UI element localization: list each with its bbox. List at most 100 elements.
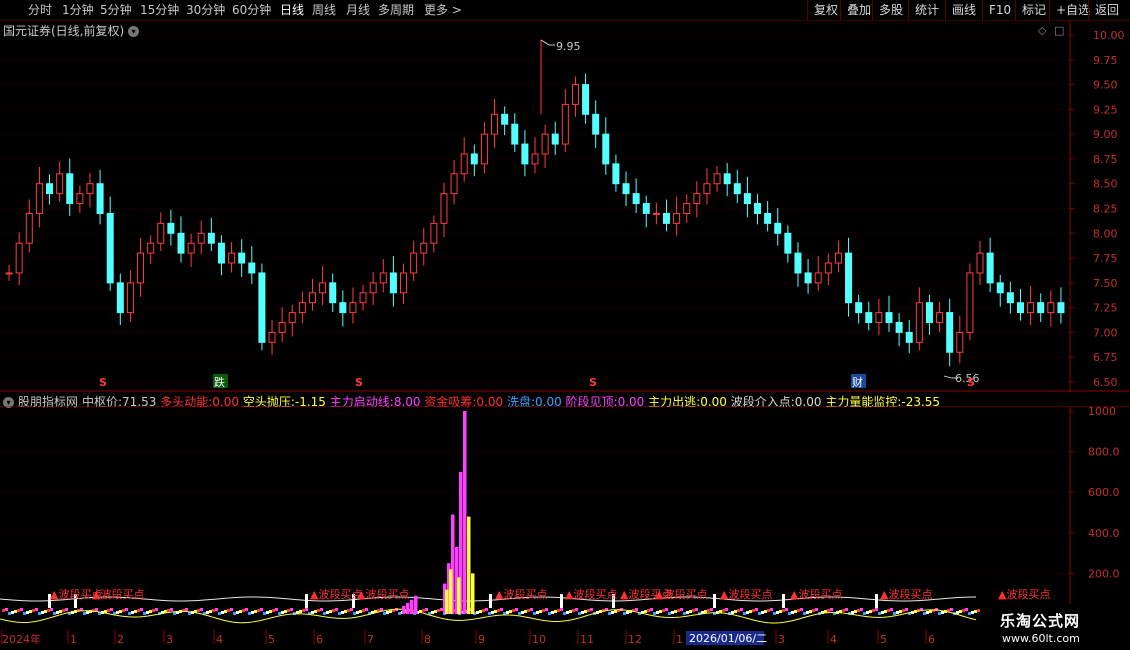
candle [733, 169, 741, 204]
candle [66, 158, 74, 216]
logo-url: www.60lt.com [1002, 632, 1080, 645]
candle [622, 171, 630, 207]
candle [106, 196, 114, 291]
candle [612, 154, 620, 192]
candle [1016, 288, 1024, 321]
buy-point-label: ▲波段买点 [565, 587, 617, 601]
candle [683, 194, 691, 223]
sell-marker: S [967, 376, 975, 389]
candle [936, 301, 944, 332]
candle [56, 161, 64, 202]
toolbar-button-4[interactable]: 画线 [945, 0, 982, 20]
indicator-tick-label: 800.0 [1088, 446, 1120, 459]
candle [642, 195, 650, 228]
stock-title[interactable]: 国元证券(日线,前复权) ▾ [3, 22, 140, 39]
toolbar-tab-8[interactable]: 月线 [346, 2, 370, 18]
buy-point-label: ▲波段买点 [357, 587, 409, 601]
candle [915, 287, 923, 351]
candle [126, 270, 134, 323]
candle [966, 263, 974, 341]
price-chart[interactable]: 10.00 9.75 9.50 9.25 9.00 8.75 8.50 8.25 8.00 7.7… [0, 20, 1130, 392]
site-logo: 乐淘公式网 www.60lt.com [980, 604, 1130, 650]
svg-text:▲波段买点: ▲波段买点 [495, 587, 547, 601]
time-axis-label: 2024年 [2, 632, 41, 646]
indicator-tick-label: 600.0 [1088, 486, 1120, 499]
time-axis-label: 2 [117, 633, 124, 646]
buy-point-label: ▲波段买点 [880, 587, 932, 601]
time-axis-label: 4 [830, 633, 837, 646]
toolbar-tab-5[interactable]: 60分钟 [232, 2, 271, 18]
volume-bar [457, 577, 461, 614]
candle [764, 201, 772, 232]
chevron-down-icon[interactable]: ▾ [128, 26, 140, 37]
price-tick-label: 8.75 [1093, 153, 1118, 166]
candle [15, 232, 23, 286]
candle [349, 287, 357, 324]
indicator-chart[interactable]: 1000800.0600.0400.0200.0 ▲波段买点▲波段买点 ▲波段买点… [0, 406, 1130, 630]
candle [865, 301, 873, 331]
candle [480, 121, 488, 174]
candle [25, 199, 33, 253]
candle [561, 89, 569, 152]
buy-point-label: ▲波段买点 [998, 587, 1050, 601]
toolbar-tab-4[interactable]: 30分钟 [186, 2, 225, 18]
candle [723, 162, 731, 197]
candle [460, 137, 468, 182]
candle [582, 73, 590, 124]
candle [703, 168, 711, 205]
toolbar-button-6[interactable]: 标记 [1015, 0, 1052, 20]
svg-text:▲波段买点: ▲波段买点 [790, 587, 842, 601]
toolbar-tab-10[interactable]: 更多 > [424, 2, 462, 18]
candle [491, 98, 499, 149]
toolbar-tab-3[interactable]: 15分钟 [140, 2, 179, 18]
candle [278, 307, 286, 342]
svg-text:▲波段买点: ▲波段买点 [357, 587, 409, 601]
candle [743, 176, 751, 218]
candle [389, 256, 397, 307]
toolbar-button-0[interactable]: 复权 [807, 0, 844, 20]
candle [450, 159, 458, 205]
candle [925, 294, 933, 335]
toolbar-tab-0[interactable]: 分时 [28, 2, 52, 18]
candle [147, 235, 155, 265]
price-tick-label: 7.00 [1093, 326, 1118, 339]
time-axis-label: 10 [532, 633, 546, 646]
candle [238, 239, 246, 277]
price-tick-label: 7.25 [1093, 302, 1118, 315]
diamond-icon: ◇ [1038, 24, 1047, 37]
time-axis-label: 12 [628, 633, 642, 646]
candle [410, 240, 418, 281]
candle [228, 242, 236, 273]
toolbar-tab-1[interactable]: 1分钟 [62, 2, 94, 18]
time-axis-label: 5 [268, 633, 275, 646]
candle [511, 113, 519, 152]
candle [632, 178, 640, 213]
high-price-label: 9.95 [556, 40, 581, 53]
volume-bar [410, 599, 414, 614]
buy-point-label: ▲波段买点 [720, 587, 772, 601]
candle [602, 117, 610, 175]
svg-text:▲波段买点: ▲波段买点 [998, 587, 1050, 601]
candle [713, 165, 721, 192]
price-tick-label: 9.00 [1093, 128, 1118, 141]
candle [359, 284, 367, 311]
toolbar-tab-9[interactable]: 多周期 [378, 2, 414, 18]
toolbar-button-3[interactable]: 统计 [908, 0, 945, 20]
toolbar-tab-6[interactable]: 日线 [280, 2, 304, 18]
candle [167, 209, 175, 246]
toolbar-tab-2[interactable]: 5分钟 [100, 2, 132, 18]
candle [369, 271, 377, 306]
candle [400, 263, 408, 304]
toolbar-button-5[interactable]: F10 [982, 0, 1017, 20]
toolbar-tab-7[interactable]: 周线 [312, 2, 336, 18]
time-axis-label: 3 [166, 633, 173, 646]
toolbar-button-2[interactable]: 多股 [872, 0, 909, 20]
candle [268, 320, 276, 355]
time-axis-label: 6 [316, 633, 323, 646]
price-tick-label: 8.25 [1093, 203, 1118, 216]
toolbar-button-8[interactable]: 返回 [1088, 0, 1125, 20]
candle [571, 76, 579, 117]
candle [541, 124, 549, 168]
time-axis-label: 9 [478, 633, 485, 646]
candle [288, 304, 296, 337]
